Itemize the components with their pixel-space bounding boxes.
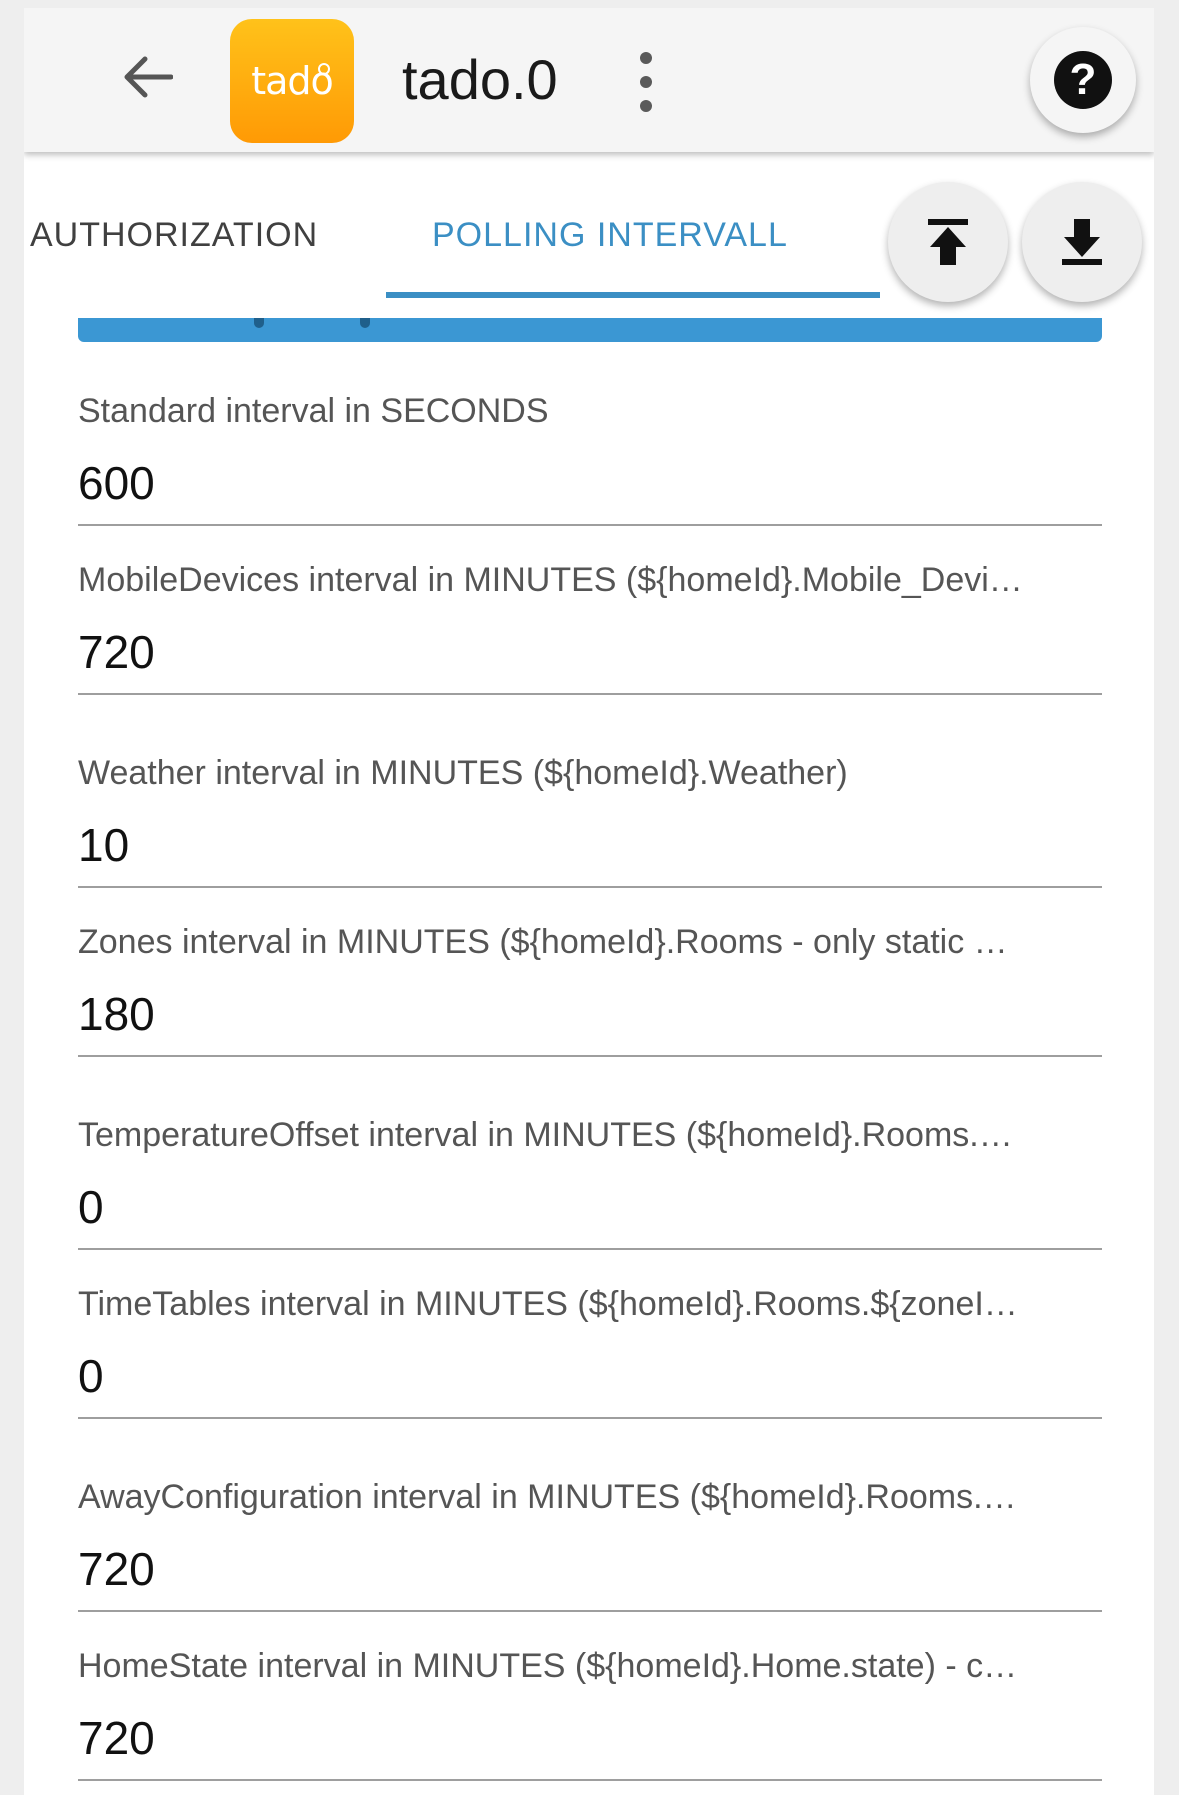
app-header: tado tado.0 ? [24, 8, 1154, 152]
settings-page: tado tado.0 ? AUTHORIZATION POLLING INTE… [24, 8, 1154, 1795]
field-input[interactable]: 720 [78, 1542, 155, 1596]
field-underline [78, 1055, 1102, 1057]
field-label: TemperatureOffset interval in MINUTES ($… [78, 1116, 1013, 1154]
field-label: TimeTables interval in MINUTES (${homeId… [78, 1285, 1018, 1323]
logo-degree-mark [318, 63, 330, 75]
field-underline [78, 1417, 1102, 1419]
download-icon [1062, 219, 1102, 265]
field-label: AwayConfiguration interval in MINUTES ($… [78, 1478, 1017, 1516]
field-label: Weather interval in MINUTES (${homeId}.W… [78, 754, 848, 792]
field-zones-interval: Zones interval in MINUTES (${homeId}.Roo… [78, 923, 1102, 1083]
field-input[interactable]: 180 [78, 987, 155, 1041]
upload-button[interactable] [888, 182, 1008, 302]
more-vertical-icon [640, 52, 652, 64]
field-label: Standard interval in SECONDS [78, 392, 549, 430]
field-label: MobileDevices interval in MINUTES (${hom… [78, 561, 1023, 599]
active-tab-indicator [386, 292, 880, 298]
field-homestate-interval: HomeState interval in MINUTES (${homeId}… [78, 1647, 1102, 1795]
banner-text-fragment [360, 318, 370, 328]
page-title: tado.0 [402, 48, 558, 111]
download-button[interactable] [1022, 182, 1142, 302]
back-button[interactable] [112, 42, 182, 112]
field-underline [78, 524, 1102, 526]
field-underline [78, 1610, 1102, 1612]
field-weather-interval: Weather interval in MINUTES (${homeId}.W… [78, 754, 1102, 914]
field-input[interactable]: 720 [78, 625, 155, 679]
arrow-left-icon [124, 56, 173, 98]
help-circle-icon: ? [1054, 51, 1112, 109]
tab-authorization[interactable]: AUTHORIZATION [30, 216, 318, 255]
field-input[interactable]: 600 [78, 456, 155, 510]
more-vertical-icon-dot [640, 100, 652, 112]
help-button[interactable]: ? [1030, 27, 1136, 133]
tab-bar: AUTHORIZATION POLLING INTERVALL [24, 152, 1154, 302]
tab-polling-intervall[interactable]: POLLING INTERVALL [432, 216, 788, 255]
field-underline [78, 886, 1102, 888]
field-underline [78, 693, 1102, 695]
field-label: HomeState interval in MINUTES (${homeId}… [78, 1647, 1018, 1685]
field-input[interactable]: 10 [78, 818, 129, 872]
upload-icon [928, 219, 968, 265]
banner-text-fragment [254, 318, 264, 328]
field-awayconfiguration-interval: AwayConfiguration interval in MINUTES ($… [78, 1478, 1102, 1638]
field-label: Zones interval in MINUTES (${homeId}.Roo… [78, 923, 1008, 961]
field-input[interactable]: 0 [78, 1180, 104, 1234]
field-timetables-interval: TimeTables interval in MINUTES (${homeId… [78, 1285, 1102, 1445]
field-input[interactable]: 0 [78, 1349, 104, 1403]
more-menu-button[interactable] [630, 52, 662, 112]
field-underline [78, 1248, 1102, 1250]
tado-logo: tado [230, 19, 354, 143]
field-underline [78, 1779, 1102, 1781]
field-input[interactable]: 720 [78, 1711, 155, 1765]
field-standard-interval: Standard interval in SECONDS 600 [78, 392, 1102, 552]
field-mobiledevices-interval: MobileDevices interval in MINUTES (${hom… [78, 561, 1102, 721]
field-temperatureoffset-interval: TemperatureOffset interval in MINUTES ($… [78, 1116, 1102, 1276]
section-header-banner [78, 318, 1102, 342]
more-vertical-icon-dot [640, 76, 652, 88]
